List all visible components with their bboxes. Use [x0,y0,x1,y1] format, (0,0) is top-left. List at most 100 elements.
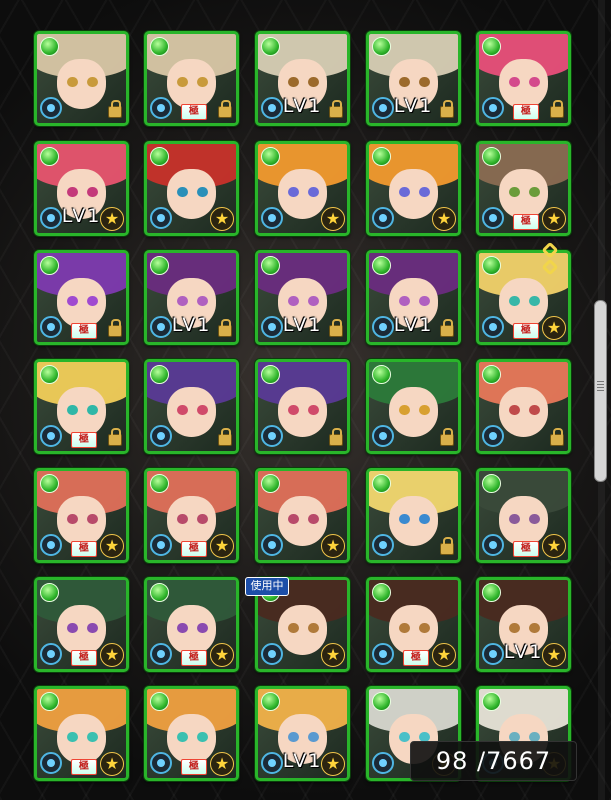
portrait-face [388,168,439,219]
star-icon: ★ [321,534,345,558]
wood-element-icon [40,583,59,602]
monster-card[interactable]: LV1 ★ [476,577,571,672]
portrait-eye [528,622,540,634]
soul-skill-icon [372,643,394,665]
portrait-face [56,495,107,546]
monster-card[interactable]: LV1 ★ [255,686,350,781]
star-icon: ★ [210,207,234,231]
monster-card[interactable]: 極 ★ [366,577,461,672]
monster-card[interactable]: 極 [34,359,129,454]
monster-card[interactable]: ★ [255,141,350,236]
monster-card[interactable]: ★ [144,141,239,236]
monster-card[interactable]: 極 ★ [476,141,571,236]
soul-skill-icon [482,97,504,119]
star-icon: ★ [100,207,124,231]
goku-badge: 極 [512,541,539,557]
soul-skill-icon [40,752,62,774]
monster-card[interactable] [366,359,461,454]
monster-card[interactable] [476,359,571,454]
scrollbar-thumb[interactable] [594,300,607,482]
portrait-eye [196,295,208,307]
monster-card[interactable] [34,31,129,126]
star-icon: ★ [100,534,124,558]
monster-card[interactable] [255,359,350,454]
portrait-eye [307,622,319,634]
lock-icon [218,428,232,446]
portrait-eye [86,295,98,307]
portrait-eye [196,622,208,634]
portrait-face [498,386,549,437]
portrait-face [388,386,439,437]
monster-card[interactable]: 極 [144,31,239,126]
monster-card[interactable]: ★ [255,468,350,563]
portrait-eye [418,186,430,198]
portrait-face [498,495,549,546]
portrait-face [498,277,549,328]
monster-card[interactable]: 極 ★ [144,686,239,781]
wood-element-icon [482,256,501,275]
wood-element-icon [372,474,391,493]
monster-card[interactable] [366,468,461,563]
monster-card[interactable]: 極 ★ [144,577,239,672]
star-icon: ★ [321,643,345,667]
monster-card[interactable]: LV1 [255,31,350,126]
soul-skill-icon [372,425,394,447]
monster-card[interactable]: 極 ★ [34,686,129,781]
monster-card[interactable]: ★ [366,141,461,236]
wood-element-icon [40,147,59,166]
portrait-face [277,386,328,437]
soul-skill-icon [40,643,62,665]
star-icon: ★ [542,316,566,340]
portrait-face [277,495,328,546]
star-icon: ★ [432,207,456,231]
wood-element-icon [261,692,280,711]
wood-element-icon [372,256,391,275]
portrait-eye [528,513,540,525]
monster-card[interactable]: LV1 [255,250,350,345]
portrait-eye [307,186,319,198]
wood-element-icon [372,365,391,384]
soul-skill-icon [261,643,283,665]
portrait-face [498,58,549,109]
soul-skill-icon [150,534,172,556]
goku-badge: 極 [70,432,97,448]
monster-card[interactable]: 極 ★ [34,577,129,672]
portrait-eye [196,76,208,88]
monster-card[interactable]: 極 ★ [476,468,571,563]
monster-card[interactable]: 極 [476,31,571,126]
wood-element-icon [40,365,59,384]
goku-badge: 極 [180,104,207,120]
monster-card[interactable]: LV1 [366,31,461,126]
monster-card[interactable]: LV1 ★ [34,141,129,236]
portrait-eye [86,513,98,525]
soul-skill-icon [150,97,172,119]
wood-element-icon [482,365,501,384]
star-icon: ★ [100,643,124,667]
monster-card[interactable]: 極 ★ [34,468,129,563]
wood-element-icon [482,692,501,711]
lock-icon [440,537,454,555]
lock-icon [218,319,232,337]
portrait-eye [418,295,430,307]
lock-icon [329,428,343,446]
soul-skill-icon [261,534,283,556]
lock-icon [108,100,122,118]
goku-badge: 極 [512,104,539,120]
portrait-face [166,386,217,437]
soul-skill-icon [372,207,394,229]
soul-skill-icon [482,425,504,447]
portrait-eye [86,404,98,416]
wood-element-icon [372,692,391,711]
portrait-eye [196,186,208,198]
monster-card[interactable]: 極 ★ [144,468,239,563]
wood-element-icon [40,474,59,493]
monster-card[interactable]: 極 [34,250,129,345]
monster-card[interactable]: LV1 [366,250,461,345]
soul-skill-icon [40,97,62,119]
portrait-face [166,168,217,219]
wood-element-icon [482,474,501,493]
monster-card[interactable] [144,359,239,454]
monster-card[interactable]: LV1 [144,250,239,345]
lock-icon [550,428,564,446]
wood-element-icon [150,37,169,56]
